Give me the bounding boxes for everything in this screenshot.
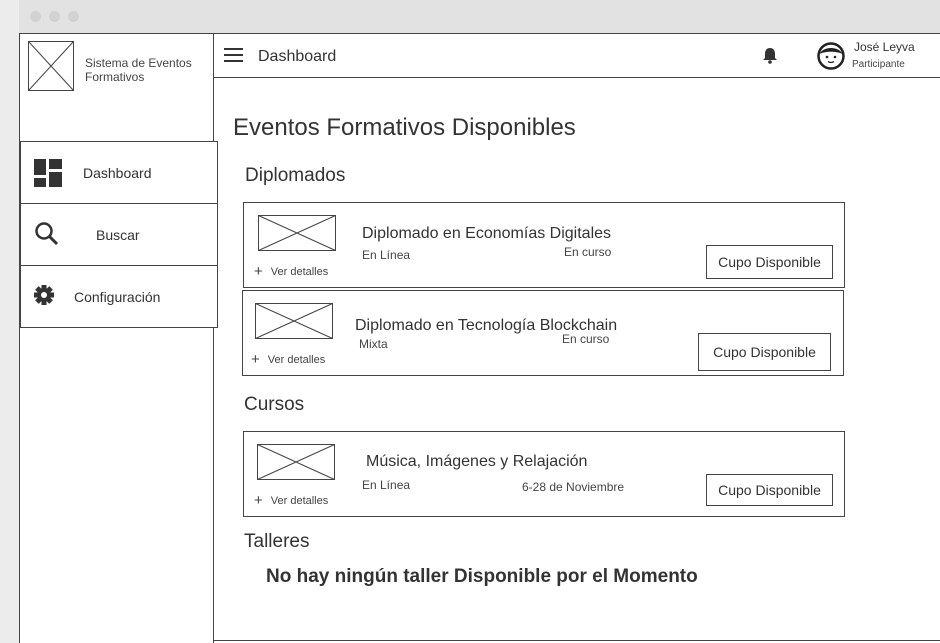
sidebar-item-dashboard[interactable]: Dashboard bbox=[20, 141, 218, 204]
gear-icon bbox=[34, 284, 54, 305]
event-modality: En Línea bbox=[362, 248, 411, 262]
details-link[interactable]: + Ver detalles bbox=[251, 351, 325, 368]
sidebar-item-configuracion[interactable]: Configuración bbox=[20, 265, 218, 328]
event-card: Diplomado en Economías Digitales En Líne… bbox=[243, 202, 845, 288]
event-title: Música, Imágenes y Relajación bbox=[366, 453, 588, 470]
page-title: Dashboard bbox=[258, 48, 337, 65]
user-role: Participante bbox=[852, 59, 905, 70]
logo-placeholder-icon bbox=[28, 41, 74, 91]
image-placeholder-icon bbox=[255, 303, 333, 339]
image-placeholder-icon bbox=[257, 444, 335, 480]
section-title-talleres: Talleres bbox=[244, 531, 310, 552]
event-date: 6-28 de Noviembre bbox=[522, 480, 625, 494]
sidebar: Sistema de Eventos Formativos Dashboard … bbox=[20, 34, 218, 643]
details-label: Ver detalles bbox=[270, 266, 329, 278]
details-label: Ver detalles bbox=[267, 354, 326, 366]
event-modality: En Línea bbox=[362, 478, 411, 492]
cupo-disponible-button[interactable]: Cupo Disponible bbox=[698, 333, 831, 371]
browser-chrome-bar bbox=[19, 0, 940, 33]
bell-icon[interactable] bbox=[762, 47, 778, 64]
window-dot-icon bbox=[49, 11, 60, 22]
main-title: Eventos Formativos Disponibles bbox=[233, 114, 576, 141]
event-modality: Mixta bbox=[359, 337, 388, 351]
event-card: Diplomado en Tecnología Blockchain Mixta… bbox=[242, 290, 844, 376]
plus-icon: + bbox=[254, 263, 263, 280]
avatar[interactable] bbox=[817, 42, 845, 70]
image-placeholder-icon bbox=[258, 215, 336, 251]
search-icon bbox=[35, 221, 59, 245]
event-status: En curso bbox=[564, 245, 612, 259]
event-card: Música, Imágenes y Relajación En Línea 6… bbox=[243, 431, 845, 517]
details-link[interactable]: + Ver detalles bbox=[254, 263, 328, 280]
event-title: Diplomado en Economías Digitales bbox=[362, 225, 612, 242]
sidebar-item-label: Configuración bbox=[74, 288, 161, 305]
window-dot-icon bbox=[68, 11, 79, 22]
details-link[interactable]: + Ver detalles bbox=[254, 492, 328, 509]
plus-icon: + bbox=[254, 492, 263, 509]
window-dot-icon bbox=[30, 11, 41, 22]
sidebar-item-label: Dashboard bbox=[83, 164, 152, 181]
empty-state-message: No hay ningún taller Disponible por el M… bbox=[266, 566, 698, 587]
top-bar: Dashboard José Leyva Participante bbox=[214, 34, 940, 78]
details-label: Ver detalles bbox=[270, 495, 329, 507]
plus-icon: + bbox=[251, 351, 260, 368]
divider bbox=[214, 640, 940, 641]
dashboard-icon bbox=[34, 158, 62, 187]
cupo-disponible-button[interactable]: Cupo Disponible bbox=[706, 474, 833, 506]
section-title-diplomados: Diplomados bbox=[245, 165, 346, 186]
hamburger-menu-icon[interactable] bbox=[224, 48, 243, 62]
user-name: José Leyva bbox=[854, 40, 915, 54]
event-status: En curso bbox=[562, 332, 610, 346]
cupo-disponible-button[interactable]: Cupo Disponible bbox=[706, 245, 833, 279]
app-brand: Sistema de Eventos Formativos bbox=[85, 56, 192, 84]
sidebar-item-label: Buscar bbox=[96, 226, 140, 243]
app-window: Sistema de Eventos Formativos Dashboard … bbox=[19, 33, 940, 643]
section-title-cursos: Cursos bbox=[244, 394, 305, 415]
sidebar-item-buscar[interactable]: Buscar bbox=[20, 203, 218, 266]
